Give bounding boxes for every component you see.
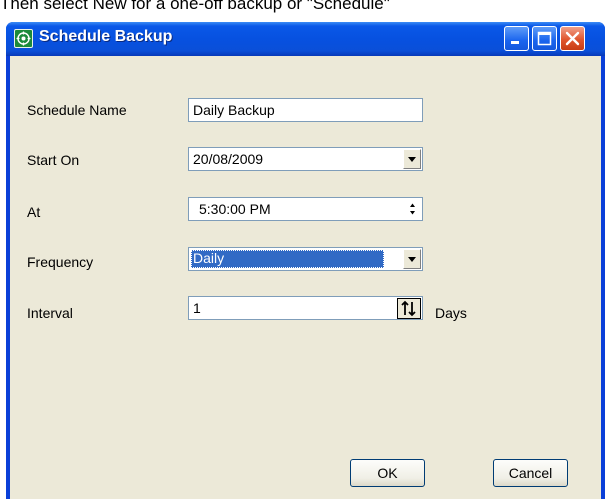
interval-spin-button[interactable] xyxy=(397,298,421,319)
window-border-right xyxy=(601,56,605,499)
at-spinner[interactable] xyxy=(403,199,421,219)
close-icon xyxy=(565,31,580,46)
frequency-label: Frequency xyxy=(27,254,94,270)
cancel-button[interactable]: Cancel xyxy=(493,459,568,487)
app-target-icon xyxy=(14,29,33,48)
interval-unit-label: Days xyxy=(435,305,467,321)
frequency-select[interactable]: Daily xyxy=(188,247,423,271)
interval-value: 1 xyxy=(193,300,201,316)
at-label: At xyxy=(27,204,41,220)
chevron-down-icon xyxy=(408,157,416,162)
title-bar[interactable]: Schedule Backup xyxy=(6,22,605,56)
schedule-backup-dialog: Schedule Backup Schedule Name Daily Back… xyxy=(6,22,605,499)
dialog-client-area: Schedule Name Daily Backup Start On 20/0… xyxy=(10,56,601,499)
maximize-button[interactable] xyxy=(532,26,557,51)
schedule-name-input[interactable]: Daily Backup xyxy=(188,98,423,122)
spin-up-button[interactable] xyxy=(403,199,421,209)
spin-down-button[interactable] xyxy=(403,209,421,219)
at-time-input[interactable]: 5:30:00 PM xyxy=(188,197,423,221)
ok-button[interactable]: OK xyxy=(350,459,425,487)
schedule-name-value: Daily Backup xyxy=(193,102,275,118)
start-on-dropdown-button[interactable] xyxy=(403,149,421,169)
chevron-down-icon xyxy=(408,257,416,262)
spin-down-icon xyxy=(410,211,415,215)
frequency-focus-ring xyxy=(191,250,384,268)
interval-label: Interval xyxy=(27,305,73,321)
window-title: Schedule Backup xyxy=(39,28,173,45)
at-value: 5:30:00 PM xyxy=(199,201,271,217)
maximize-icon xyxy=(537,31,552,46)
start-on-value: 20/08/2009 xyxy=(193,151,264,167)
minimize-icon xyxy=(511,41,519,44)
frequency-dropdown-button[interactable] xyxy=(403,249,421,269)
start-on-date-picker[interactable]: 20/08/2009 xyxy=(188,147,423,171)
schedule-name-label: Schedule Name xyxy=(27,102,127,118)
minimize-button[interactable] xyxy=(504,26,529,51)
up-down-arrows-icon xyxy=(401,300,416,317)
interval-input[interactable]: 1 xyxy=(188,296,423,320)
spin-up-icon xyxy=(410,203,415,207)
caption-text: Then select New for a one-off backup or … xyxy=(0,0,390,13)
start-on-label: Start On xyxy=(27,152,80,168)
close-button[interactable] xyxy=(560,26,585,51)
